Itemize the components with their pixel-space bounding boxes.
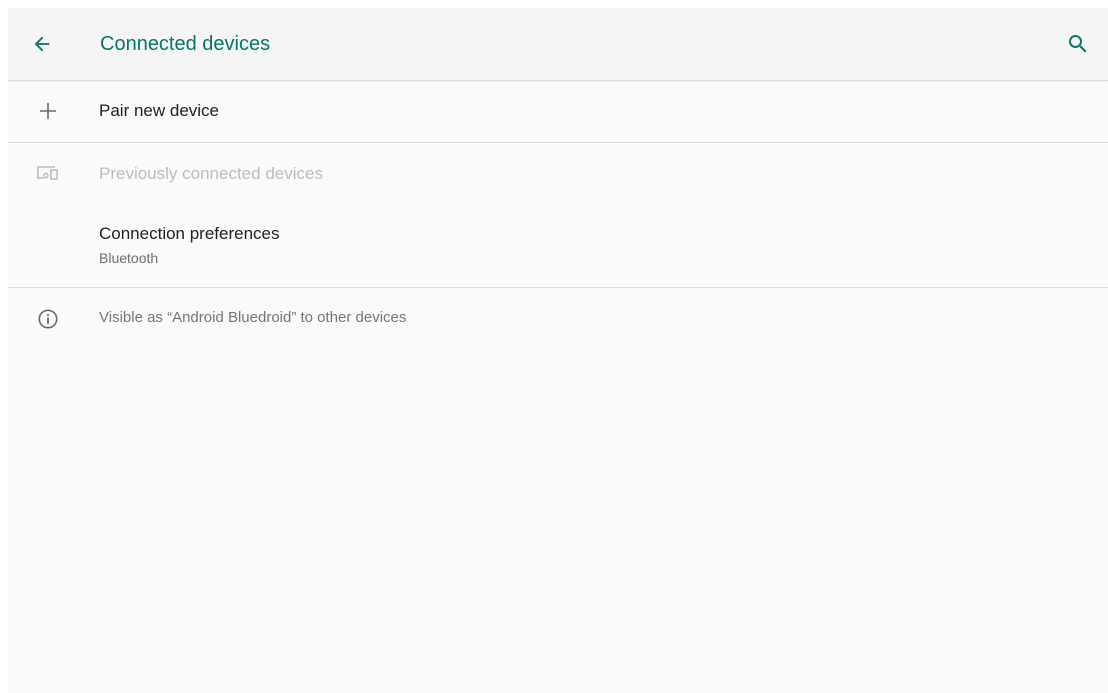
settings-screen: Connected devices Pair new device Previo… [8,8,1108,693]
app-bar: Connected devices [8,8,1108,81]
devices-icon [35,160,61,186]
page-title: Connected devices [100,33,271,55]
search-button[interactable] [1060,26,1096,62]
visibility-text: Visible as “Android Bluedroid” to other … [99,309,407,326]
pair-new-device-label: Pair new device [99,101,220,120]
visibility-info: Visible as “Android Bluedroid” to other … [8,288,1108,348]
previously-connected-devices-item: Previously connected devices [8,143,1108,203]
connection-preferences-summary: Bluetooth [99,250,159,266]
previously-connected-devices-label: Previously connected devices [99,164,323,183]
back-button[interactable] [24,26,60,62]
connection-preferences-item[interactable]: Connection preferences Bluetooth [8,203,1108,287]
connection-preferences-label: Connection preferences [99,224,280,243]
pair-new-device-item[interactable]: Pair new device [8,80,1108,142]
search-icon [1069,35,1087,53]
plus-icon [35,98,61,124]
info-icon [35,306,61,332]
arrow-left-icon [34,36,50,52]
